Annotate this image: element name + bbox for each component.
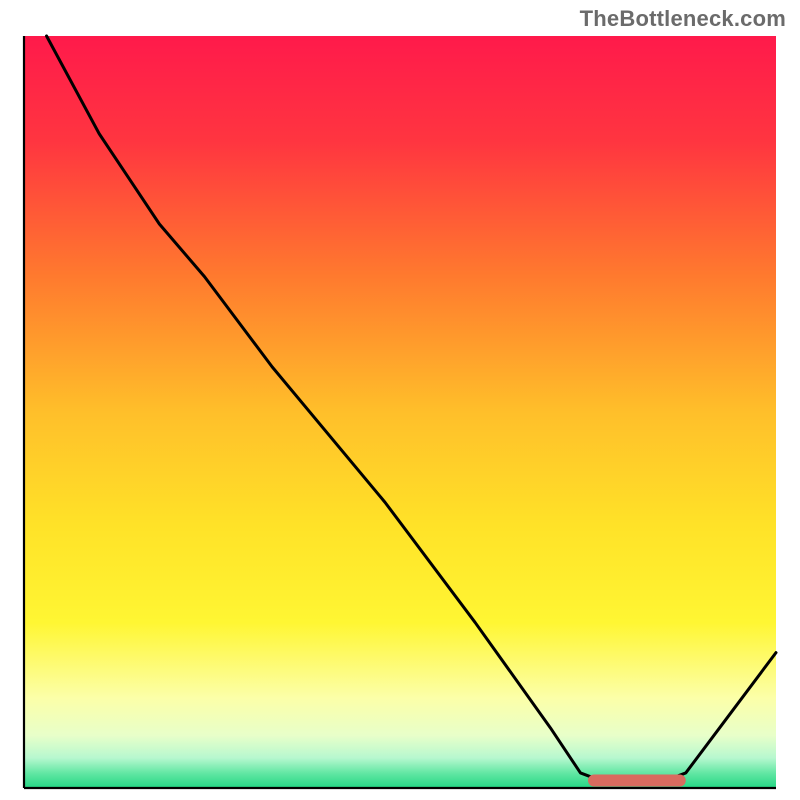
chart-stage: TheBottleneck.com [0,0,800,800]
optimal-marker-band [588,774,686,786]
gradient-background [24,36,776,788]
watermark-text: TheBottleneck.com [580,6,786,32]
chart-svg [18,30,782,794]
bottleneck-chart [18,30,782,794]
